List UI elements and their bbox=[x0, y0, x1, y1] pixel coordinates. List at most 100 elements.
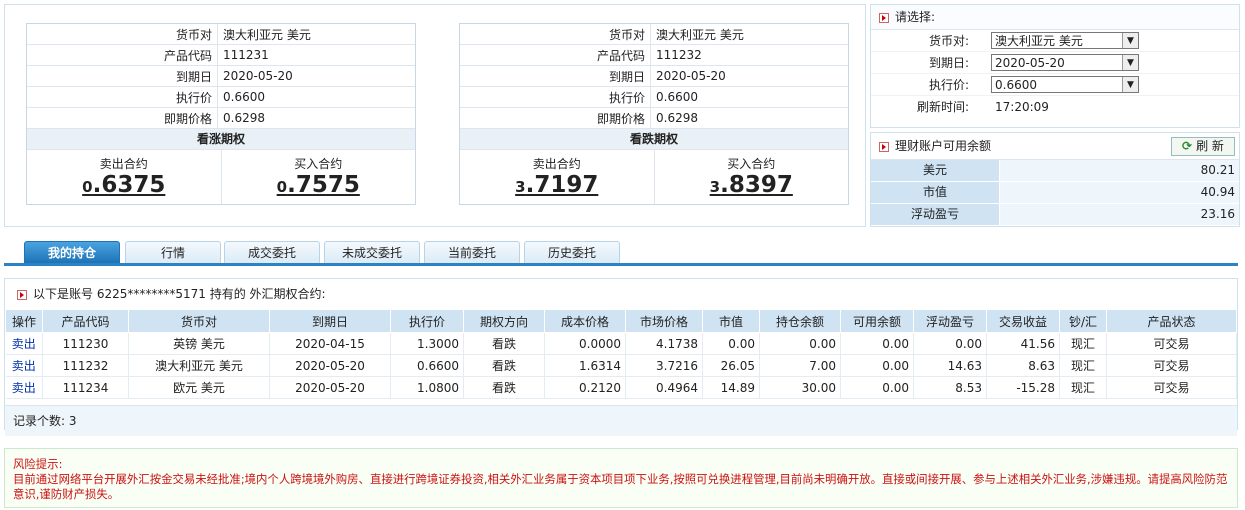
buy-label: 买入合约 bbox=[294, 157, 343, 171]
tab-bar: 我的持仓 行情 成交委托 未成交委托 当前委托 历史委托 bbox=[4, 239, 1238, 266]
sell-price-int: 3 bbox=[515, 178, 526, 196]
column-header: 钞/汇 bbox=[1059, 309, 1107, 333]
sell-link[interactable]: 卖出 bbox=[5, 354, 43, 377]
buy-price-dec: .8397 bbox=[720, 172, 793, 198]
sell-link[interactable]: 卖出 bbox=[5, 376, 43, 399]
select-panel: 请选择: 货币对: 澳大利亚元 美元 ▼ 到期日: 2020-05-20 ▼ 执行价: 0… bbox=[870, 4, 1240, 128]
risk-text: 目前通过网络平台开展外汇按金交易未经批准;境内个人跨境境外购房、直接进行跨境证券… bbox=[13, 472, 1228, 501]
tab-unfilled-orders[interactable]: 未成交委托 bbox=[324, 241, 420, 263]
pair-select-value: 澳大利亚元 美元 bbox=[995, 34, 1083, 48]
cell-direction: 看跌 bbox=[463, 354, 545, 377]
code-label: 产品代码 bbox=[460, 44, 651, 66]
sell-contract[interactable]: 卖出合约 0.6375 bbox=[27, 150, 222, 204]
select-panel-header: 请选择: bbox=[871, 5, 1239, 30]
option-type: 看涨期权 bbox=[27, 129, 415, 150]
sell-price-int: 0 bbox=[82, 178, 93, 196]
cell-cost: 0.0000 bbox=[544, 332, 626, 355]
cell-market-price: 4.1738 bbox=[625, 332, 703, 355]
buy-label: 买入合约 bbox=[727, 157, 776, 171]
tab-my-holdings[interactable]: 我的持仓 bbox=[24, 241, 120, 263]
column-header: 产品代码 bbox=[42, 309, 129, 333]
expiry-value: 2020-05-20 bbox=[650, 65, 848, 87]
refresh-time-label: 刷新时间: bbox=[916, 100, 969, 114]
cell-cash-type: 现汇 bbox=[1059, 332, 1107, 355]
pair-select[interactable]: 澳大利亚元 美元 ▼ bbox=[991, 32, 1139, 49]
tab-filled-orders[interactable]: 成交委托 bbox=[224, 241, 320, 263]
record-count-label: 记录个数: bbox=[13, 414, 66, 428]
table-row: 卖出 111234 欧元 美元 2020-05-20 1.0800 看跌 0.2… bbox=[5, 376, 1237, 399]
refresh-icon: ⟳ bbox=[1182, 139, 1193, 153]
cell-pair: 英镑 美元 bbox=[128, 332, 270, 355]
cell-trade-profit: -15.28 bbox=[986, 376, 1060, 399]
cell-direction: 看跌 bbox=[463, 376, 545, 399]
arrow-right-icon bbox=[17, 289, 27, 300]
sell-price[interactable]: 3.7197 bbox=[460, 172, 654, 198]
spot-value: 0.6298 bbox=[650, 107, 848, 129]
expiry-select-value: 2020-05-20 bbox=[995, 55, 1065, 70]
cell-status: 可交易 bbox=[1106, 376, 1237, 399]
chevron-down-icon[interactable]: ▼ bbox=[1122, 55, 1138, 70]
sell-price[interactable]: 0.6375 bbox=[27, 172, 221, 198]
cell-expiry: 2020-05-20 bbox=[269, 376, 391, 399]
expiry-select-row: 到期日: 2020-05-20 ▼ bbox=[871, 52, 1239, 74]
balance-panel: 理财账户可用余额 ⟳ 刷 新 美元 80.21 市值 40.94 浮动盈亏 23.16 bbox=[870, 132, 1240, 227]
cell-expiry: 2020-05-20 bbox=[269, 354, 391, 377]
tab-history-orders[interactable]: 历史委托 bbox=[524, 241, 620, 263]
sell-label: 卖出合约 bbox=[99, 157, 148, 171]
pair-value: 澳大利亚元 美元 bbox=[650, 24, 848, 45]
balance-value: 23.16 bbox=[1000, 204, 1239, 225]
balance-title: 理财账户可用余额 bbox=[895, 139, 992, 153]
cell-floating-pl: 14.63 bbox=[913, 354, 987, 377]
tab-market[interactable]: 行情 bbox=[125, 241, 221, 263]
spot-value: 0.6298 bbox=[217, 107, 415, 129]
call-quote-card: 货币对 澳大利亚元 美元 产品代码 111231 到期日 2020-05-20 执行价… bbox=[26, 23, 416, 205]
cell-cash-type: 现汇 bbox=[1059, 376, 1107, 399]
cell-pair: 欧元 美元 bbox=[128, 376, 270, 399]
refresh-button[interactable]: ⟳ 刷 新 bbox=[1171, 137, 1235, 156]
column-header: 交易收益 bbox=[986, 309, 1060, 333]
buy-price-int: 0 bbox=[276, 178, 288, 196]
sell-contract[interactable]: 卖出合约 3.7197 bbox=[460, 150, 655, 204]
column-header: 产品状态 bbox=[1106, 309, 1237, 333]
balance-row: 美元 80.21 bbox=[871, 160, 1239, 182]
code-value: 111231 bbox=[217, 44, 415, 66]
tab-current-orders[interactable]: 当前委托 bbox=[424, 241, 520, 263]
record-count-value: 3 bbox=[68, 414, 77, 428]
refresh-time-value: 17:20:09 bbox=[995, 99, 1049, 114]
expiry-label: 到期日 bbox=[27, 65, 218, 87]
cell-position: 30.00 bbox=[759, 376, 841, 399]
pair-select-label: 货币对: bbox=[928, 34, 969, 48]
spot-label: 即期价格 bbox=[460, 107, 651, 129]
cell-floating-pl: 8.53 bbox=[913, 376, 987, 399]
table-row: 卖出 111230 英镑 美元 2020-04-15 1.3000 看跌 0.0… bbox=[5, 332, 1237, 355]
select-title: 请选择: bbox=[895, 10, 936, 24]
sell-link[interactable]: 卖出 bbox=[5, 332, 43, 355]
strike-value: 0.6600 bbox=[650, 86, 848, 108]
cell-pair: 澳大利亚元 美元 bbox=[128, 354, 270, 377]
cell-market-value: 0.00 bbox=[702, 332, 760, 355]
cell-cost: 0.2120 bbox=[544, 376, 626, 399]
strike-select-label: 执行价: bbox=[928, 78, 969, 92]
chevron-down-icon[interactable]: ▼ bbox=[1122, 33, 1138, 48]
buy-contract[interactable]: 买入合约 0.7575 bbox=[222, 150, 416, 204]
buy-price[interactable]: 3.8397 bbox=[655, 172, 849, 198]
column-header: 货币对 bbox=[128, 309, 270, 333]
table-row: 卖出 111232 澳大利亚元 美元 2020-05-20 0.6600 看跌 … bbox=[5, 354, 1237, 377]
arrow-right-icon bbox=[879, 141, 889, 152]
chevron-down-icon[interactable]: ▼ bbox=[1122, 77, 1138, 92]
buy-contract[interactable]: 买入合约 3.8397 bbox=[655, 150, 849, 204]
cell-strike: 1.0800 bbox=[390, 376, 464, 399]
strike-select[interactable]: 0.6600 ▼ bbox=[991, 76, 1139, 93]
sell-price-dec: .7197 bbox=[525, 172, 599, 198]
pair-value: 澳大利亚元 美元 bbox=[217, 24, 415, 45]
cell-available: 0.00 bbox=[840, 332, 914, 355]
code-value: 111232 bbox=[650, 44, 848, 66]
buy-price[interactable]: 0.7575 bbox=[222, 172, 416, 198]
cell-status: 可交易 bbox=[1106, 354, 1237, 377]
holdings-header: 以下是账号 6225********5171 持有的 外汇期权合约: bbox=[5, 279, 1237, 309]
cell-code: 111232 bbox=[42, 354, 129, 377]
expiry-select[interactable]: 2020-05-20 ▼ bbox=[991, 54, 1139, 71]
cell-expiry: 2020-04-15 bbox=[269, 332, 391, 355]
cell-strike: 0.6600 bbox=[390, 354, 464, 377]
strike-value: 0.6600 bbox=[217, 86, 415, 108]
